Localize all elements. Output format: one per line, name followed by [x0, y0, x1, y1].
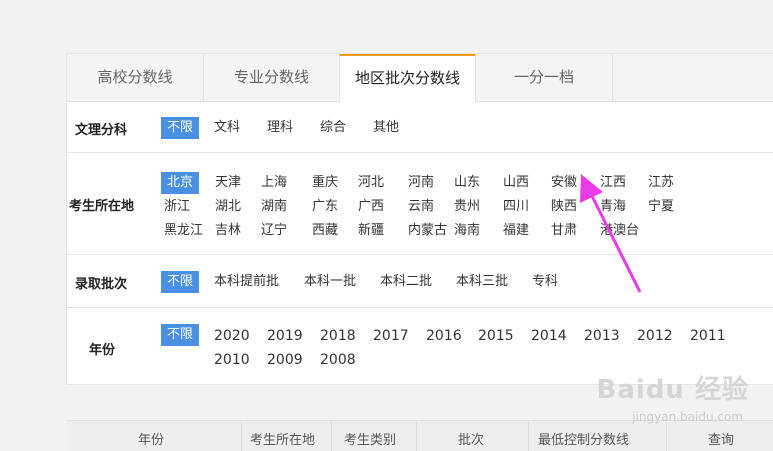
subject-option-science[interactable]: 理科	[264, 117, 296, 139]
batch-option-third[interactable]: 本科三批	[453, 271, 511, 293]
year-option[interactable]: 2008	[317, 349, 359, 371]
region-option[interactable]: 黑龙江	[161, 220, 206, 242]
region-option[interactable]: 新疆	[355, 220, 387, 242]
col-year: 年份	[138, 433, 165, 448]
tab-major-score[interactable]: 专业分数线	[204, 54, 340, 101]
tab-score-rank[interactable]: 一分一档	[476, 54, 613, 101]
col-batch: 批次	[458, 433, 485, 448]
subject-option-any[interactable]: 不限	[161, 117, 200, 139]
year-option-any[interactable]: 不限	[161, 324, 200, 346]
year-option[interactable]: 2012	[634, 325, 676, 347]
filter-row-region: 考生所在地 北京 天津 上海 重庆 河北 河南 山东 山西 安徽 江西 江苏浙江 湖北 湖南 广东 广西 云南…	[67, 153, 773, 255]
region-option[interactable]: 安徽	[548, 172, 580, 194]
batch-option-junior[interactable]: 专科	[529, 271, 561, 293]
region-option[interactable]: 贵州	[451, 196, 483, 218]
year-option[interactable]: 2009	[264, 349, 306, 371]
region-option[interactable]: 海南	[451, 220, 483, 242]
region-option[interactable]: 北京	[161, 172, 200, 194]
tab-region-batch-score[interactable]: 地区批次分数线	[339, 54, 476, 102]
region-option[interactable]: 四川	[500, 196, 532, 218]
tab-bar: 高校分数线 专业分数线 地区批次分数线 一分一档	[67, 54, 773, 102]
region-option[interactable]: 天津	[212, 172, 244, 194]
watermark-url: jingyan.baidu.com	[632, 410, 743, 424]
year-option[interactable]: 2016	[423, 325, 465, 347]
subject-option-arts[interactable]: 文科	[211, 117, 243, 139]
year-option[interactable]: 2017	[370, 325, 412, 347]
region-option[interactable]: 江苏	[645, 172, 677, 194]
watermark-logo: Baidu 经验	[596, 375, 749, 405]
tab-college-score[interactable]: 高校分数线	[67, 54, 204, 101]
region-option[interactable]: 辽宁	[258, 220, 290, 242]
year-option[interactable]: 2010	[211, 349, 253, 371]
year-option[interactable]: 2018	[317, 325, 359, 347]
region-option[interactable]: 港澳台	[597, 220, 642, 242]
filter-panel: 高校分数线 专业分数线 地区批次分数线 一分一档 文理分科 不限 文科 理科 综…	[66, 53, 773, 385]
batch-option-early[interactable]: 本科提前批	[211, 271, 282, 293]
year-option[interactable]: 2011	[687, 325, 729, 347]
region-option[interactable]: 河南	[405, 172, 437, 194]
batch-option-any[interactable]: 不限	[161, 271, 200, 293]
region-option[interactable]: 广西	[355, 196, 387, 218]
filter-row-subject: 文理分科 不限 文科 理科 综合 其他	[67, 102, 773, 153]
filter-row-batch: 录取批次 不限 本科提前批 本科一批 本科二批 本科三批 专科	[67, 255, 773, 308]
col-query: 查询	[708, 433, 735, 448]
year-option[interactable]: 2013	[581, 325, 623, 347]
results-table-header: 年份 考生所在地 考生类别 批次 最低控制分数线 查询	[66, 420, 773, 451]
col-min-score: 最低控制分数线	[538, 433, 630, 448]
subject-label: 文理分科	[75, 123, 128, 138]
region-option[interactable]: 广东	[309, 196, 341, 218]
year-label: 年份	[89, 343, 116, 358]
region-option[interactable]: 云南	[405, 196, 437, 218]
batch-label: 录取批次	[75, 277, 128, 292]
batch-option-second[interactable]: 本科二批	[377, 271, 435, 293]
col-region: 考生所在地	[250, 433, 316, 448]
subject-option-other[interactable]: 其他	[370, 117, 402, 139]
region-option[interactable]: 重庆	[309, 172, 341, 194]
subject-option-combined[interactable]: 综合	[317, 117, 349, 139]
year-option[interactable]: 2014	[528, 325, 570, 347]
region-option[interactable]: 浙江	[161, 196, 193, 218]
region-option[interactable]: 山东	[451, 172, 483, 194]
region-option[interactable]: 甘肃	[548, 220, 580, 242]
region-option[interactable]: 山西	[500, 172, 532, 194]
col-category: 考生类别	[344, 433, 397, 448]
region-option[interactable]: 湖南	[258, 196, 290, 218]
region-option[interactable]: 西藏	[309, 220, 341, 242]
year-option[interactable]: 2020	[211, 325, 253, 347]
region-option[interactable]: 吉林	[212, 220, 244, 242]
region-option[interactable]: 陕西	[548, 196, 580, 218]
year-option[interactable]: 2019	[264, 325, 306, 347]
region-option[interactable]: 内蒙古	[405, 220, 450, 242]
region-option[interactable]: 宁夏	[645, 196, 677, 218]
region-option[interactable]: 上海	[258, 172, 290, 194]
batch-option-first[interactable]: 本科一批	[301, 271, 359, 293]
year-option[interactable]: 2015	[475, 325, 517, 347]
region-label: 考生所在地	[69, 199, 135, 214]
region-option[interactable]: 河北	[355, 172, 387, 194]
region-option[interactable]: 江西	[597, 172, 629, 194]
region-option[interactable]: 湖北	[212, 196, 244, 218]
region-option[interactable]: 福建	[500, 220, 532, 242]
region-option[interactable]: 青海	[597, 196, 629, 218]
